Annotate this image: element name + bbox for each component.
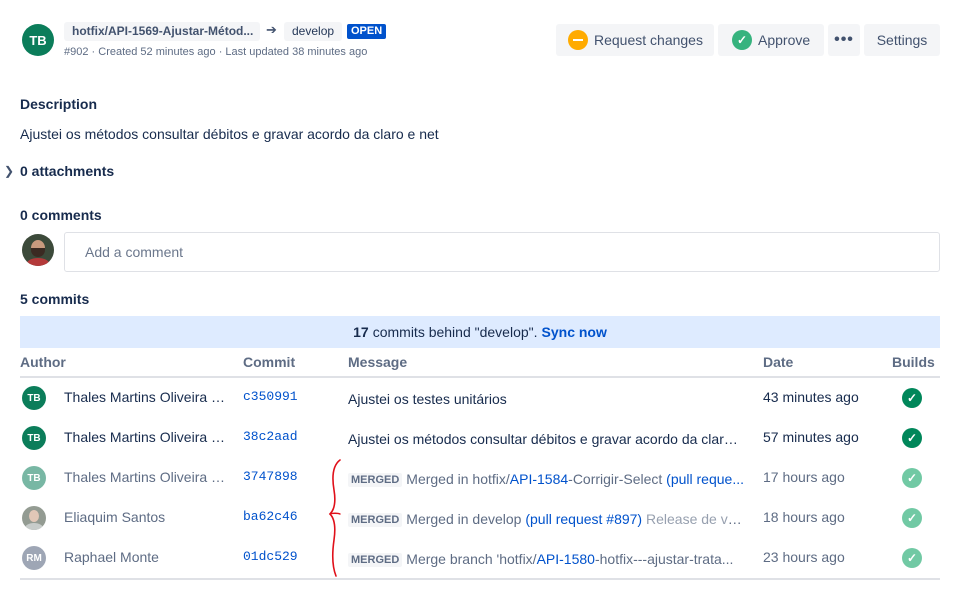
commit-date: 23 hours ago	[763, 549, 845, 565]
merged-badge: MERGED	[348, 553, 403, 567]
commit-message: MERGED Merged in develop (pull request #8…	[348, 511, 745, 527]
sync-now-link[interactable]: Sync now	[542, 324, 607, 340]
commit-hash-link[interactable]: c350991	[243, 389, 298, 404]
column-header-author: Author	[20, 354, 66, 370]
build-success-icon[interactable]: ✓	[902, 388, 922, 408]
column-header-builds: Builds	[892, 354, 935, 370]
commit-message: Ajustei os testes unitários	[348, 391, 507, 407]
commit-author: Thales Martins Oliveira B...	[64, 389, 228, 405]
pr-meta: #902 · Created 52 minutes ago · Last upd…	[64, 46, 368, 58]
avatar: TB	[22, 426, 46, 450]
commit-author: Eliaquim Santos	[64, 509, 166, 525]
current-user-avatar	[22, 234, 54, 266]
commit-date: 43 minutes ago	[763, 389, 859, 405]
issue-link[interactable]: API-1584	[510, 471, 568, 487]
check-circle-icon: ✓	[732, 30, 752, 50]
commits-title: 5 commits	[20, 291, 90, 307]
more-actions-button[interactable]: •••	[828, 24, 860, 56]
commit-hash-link[interactable]: 01dc529	[243, 549, 298, 564]
commit-author: Raphael Monte	[64, 549, 159, 565]
avatar: TB	[22, 386, 46, 410]
message-text: Merge branch 'hotfix/	[406, 551, 537, 567]
sync-text: commits behind "develop".	[372, 324, 538, 340]
table-row: TB Thales Martins Oliveira B... 38c2aad …	[0, 418, 958, 458]
avatar: TB	[22, 466, 46, 490]
table-bottom-divider	[20, 578, 940, 580]
description-title: Description	[20, 96, 98, 112]
approve-button[interactable]: ✓ Approve	[718, 24, 824, 56]
column-header-message: Message	[348, 354, 408, 370]
pull-request-link[interactable]: (pull reque...	[666, 471, 744, 487]
message-text: Release de ver...	[642, 511, 745, 527]
commit-date: 18 hours ago	[763, 509, 845, 525]
source-branch-lozenge[interactable]: hotfix/API-1569-Ajustar-Métod...	[64, 22, 260, 41]
avatar	[22, 506, 46, 530]
build-success-icon[interactable]: ✓	[902, 508, 922, 528]
description-text: Ajustei os métodos consultar débitos e g…	[20, 126, 439, 142]
author-avatar: TB	[22, 24, 54, 56]
table-row: RM Raphael Monte 01dc529 MERGED Merge bra…	[0, 538, 958, 578]
commit-message: MERGED Merged in hotfix/API-1584-Corrigir…	[348, 471, 745, 487]
minus-circle-icon	[568, 30, 588, 50]
message-text: Merged in develop	[406, 511, 526, 527]
status-badge: OPEN	[347, 24, 387, 39]
merged-badge: MERGED	[348, 473, 403, 487]
column-header-commit: Commit	[243, 354, 296, 370]
table-row: TB Thales Martins Oliveira B... c350991 …	[0, 378, 958, 418]
avatar: RM	[22, 546, 46, 570]
message-text: Merged in hotfix/	[406, 471, 510, 487]
issue-link[interactable]: API-1580	[537, 551, 595, 567]
column-header-date: Date	[763, 354, 794, 370]
build-success-icon[interactable]: ✓	[902, 468, 922, 488]
commit-hash-link[interactable]: 3747898	[243, 469, 298, 484]
commit-hash-link[interactable]: 38c2aad	[243, 429, 298, 444]
sync-count: 17	[353, 324, 369, 340]
request-changes-button[interactable]: Request changes	[556, 24, 714, 56]
commit-date: 17 hours ago	[763, 469, 845, 485]
commit-message: Ajustei os métodos consultar débitos e g…	[348, 431, 745, 447]
sync-banner: 17 commits behind "develop". Sync now	[20, 316, 940, 348]
merged-badge: MERGED	[348, 513, 403, 527]
attachments-toggle[interactable]: 0 attachments	[20, 163, 114, 179]
comments-title: 0 comments	[20, 207, 102, 223]
table-row: TB Thales Martins Oliveira B... 3747898 …	[0, 458, 958, 498]
build-success-icon[interactable]: ✓	[902, 548, 922, 568]
approve-label: Approve	[758, 32, 811, 48]
pull-request-link[interactable]: (pull request #897)	[525, 511, 642, 527]
brace-annotation	[328, 459, 341, 577]
settings-button[interactable]: Settings	[864, 24, 940, 56]
table-row: Eliaquim Santos ba62c46 MERGED Merged in …	[0, 498, 958, 538]
arrow-right-icon: ➔	[266, 22, 277, 37]
comment-input[interactable]	[64, 232, 940, 272]
request-changes-label: Request changes	[594, 32, 703, 48]
commit-message: MERGED Merge branch 'hotfix/API-1580-hotf…	[348, 551, 745, 567]
message-text: -Corrigir-Select	[568, 471, 667, 487]
commit-author: Thales Martins Oliveira B...	[64, 469, 228, 485]
chevron-right-icon[interactable]: ❯	[4, 164, 14, 178]
message-text: -hotfix---ajustar-trata...	[594, 551, 734, 567]
build-success-icon[interactable]: ✓	[902, 428, 922, 448]
commit-hash-link[interactable]: ba62c46	[243, 509, 298, 524]
dest-branch-lozenge[interactable]: develop	[284, 22, 343, 41]
commit-date: 57 minutes ago	[763, 429, 859, 445]
commit-author: Thales Martins Oliveira B...	[64, 429, 228, 445]
